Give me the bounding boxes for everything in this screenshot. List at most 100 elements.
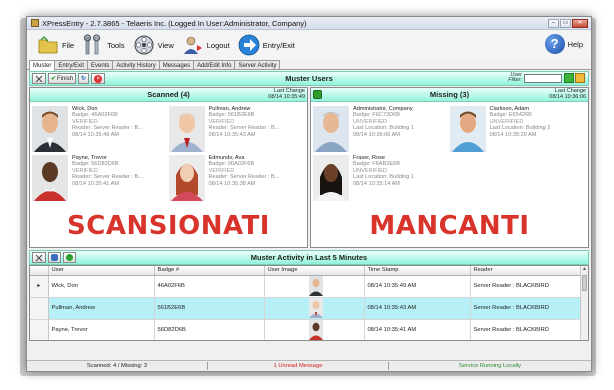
column-header-user-image[interactable]: User Image (264, 266, 365, 276)
help-button[interactable]: ? Help (544, 34, 583, 54)
cell-user: Wick, Don (48, 275, 155, 298)
user-photo (32, 106, 68, 152)
arrow-circle-icon (238, 34, 260, 56)
person-info: Payne, Trevor Badge: 56D82D6B VERIFIED R… (72, 155, 143, 187)
scanned-header: Scanned (4) Last Change 08/14 10:35:49 (30, 88, 307, 102)
film-reel-icon (133, 34, 155, 56)
status-counts: Scanned: 4 / Missing: 3 (86, 363, 148, 369)
apply-filter-icon[interactable] (564, 73, 574, 83)
tab-strip: Muster Entry/Exit Events Activity Histor… (27, 60, 591, 71)
person-card[interactable]: Edmunds, Ava Badge: 06A02F6B VERIFIED Re… (168, 155, 306, 201)
file-button[interactable]: File (37, 34, 74, 56)
finish-label: Finish (57, 75, 74, 82)
app-window: XPressEntry - 2.7.3865 - Telaeris Inc. (… (26, 16, 592, 372)
person-info: Wick, Don Badge: 46A02F6B VERIFIED Reade… (72, 106, 143, 138)
finish-button[interactable]: ✔ Finish (48, 73, 77, 84)
column-header-time-stamp[interactable]: Time Stamp (364, 266, 471, 276)
scanned-cards: Wick, Don Badge: 46A02F6B VERIFIED Reade… (30, 102, 307, 201)
logout-button[interactable]: Logout (182, 34, 230, 56)
cell-user-image (264, 297, 365, 320)
folder-icon (37, 34, 59, 56)
user-photo (32, 155, 68, 201)
activity-refresh-button[interactable] (63, 252, 76, 263)
person-card[interactable]: Administrator, Company Badge: F6C72D6B U… (313, 106, 450, 152)
clear-filter-icon[interactable] (575, 73, 585, 83)
settings-button[interactable] (32, 73, 46, 84)
app-icon (31, 19, 39, 27)
tab-muster[interactable]: Muster (29, 60, 56, 71)
view-button[interactable]: View (133, 34, 174, 56)
minimize-button[interactable]: – (548, 18, 559, 28)
user-icon (51, 254, 58, 261)
row-selector (30, 319, 49, 340)
table-row[interactable]: ▸ Wick, Don 46A02F6B 08/14 10:35:49 AM S… (30, 275, 588, 298)
tab-messages[interactable]: Messages (158, 60, 195, 69)
missing-last-change: Last Change 08/14 10:36:06 (549, 88, 586, 100)
user-photo (313, 155, 349, 201)
scroll-thumb[interactable] (582, 275, 587, 291)
tab-events[interactable]: Events (87, 60, 114, 69)
cell-time-stamp: 08/14 10:35:41 AM (364, 319, 471, 340)
status-service: Service Running Locally (458, 363, 522, 369)
user-filter-input[interactable] (524, 73, 562, 83)
muster-activity-title: Muster Activity in Last 5 Minutes (250, 253, 368, 262)
cell-user-image (264, 319, 365, 340)
entry-exit-button[interactable]: Entry/Exit (238, 34, 295, 56)
scroll-up-icon[interactable]: ▲ (581, 266, 588, 274)
maximize-button[interactable]: ▭ (560, 18, 571, 28)
user-photo (313, 106, 349, 152)
activity-scrollbar[interactable]: ▲ (580, 266, 588, 340)
tab-server-activity[interactable]: Server Activity (234, 60, 281, 69)
current-row-indicator: ▸ (30, 275, 49, 298)
person-card[interactable]: Pullman, Andrew Badge: 561B2E6B VERIFIED… (168, 106, 306, 152)
user-thumbnail (308, 276, 323, 296)
cell-badge: 46A02F6B (154, 275, 265, 298)
muster-activity-bar: Muster Activity in Last 5 Minutes (29, 250, 589, 265)
user-filter: User Filter: (508, 72, 585, 83)
missing-cards: Administrator, Company Badge: F6C72D6B U… (311, 102, 588, 201)
column-header-user[interactable]: User (48, 266, 155, 276)
person-card[interactable]: Fraser, Rose Badge: F6AB2E6B UNVERIFIED … (313, 155, 450, 201)
refresh-button[interactable]: ↻ (78, 73, 90, 84)
tab-add-edit-info[interactable]: Add/Edit Info (193, 60, 236, 69)
person-card[interactable]: Payne, Trevor Badge: 56D82D6B VERIFIED R… (32, 155, 169, 201)
table-row[interactable]: Pullman, Andrew 561B2E6B 08/14 10:35:43 … (30, 297, 588, 320)
tools-button[interactable]: Tools (82, 34, 125, 56)
missing-title: Missing (3) (429, 90, 470, 99)
tools-icon (35, 75, 43, 82)
person-info: Administrator, Company Badge: F6C72D6B U… (353, 106, 414, 138)
table-row[interactable]: Payne, Trevor 56D82D6B 08/14 10:35:41 AM… (30, 319, 588, 340)
view-label: View (157, 40, 174, 50)
column-header-badge[interactable]: Badge # (154, 266, 265, 276)
status-unread-messages[interactable]: 1 Unread Message (208, 363, 388, 369)
person-card[interactable]: Clarkson, Adam Badge: E65426B UNVERIFIED… (449, 106, 587, 152)
title-bar: XPressEntry - 2.7.3865 - Telaeris Inc. (… (27, 17, 591, 30)
cell-reader: Server Reader : BLACKBIRD (470, 297, 588, 320)
activity-table: User Badge # User Image Time Stamp Reade… (30, 266, 588, 340)
activity-tools-button[interactable] (32, 252, 46, 263)
cancel-icon: × (94, 74, 103, 83)
missing-panel: Missing (3) Last Change 08/14 10:36:06 A… (310, 87, 589, 248)
user-thumbnail (308, 320, 323, 340)
cancel-button[interactable]: × (91, 73, 106, 84)
person-card[interactable]: Wick, Don Badge: 46A02F6B VERIFIED Reade… (32, 106, 169, 152)
tab-activity-history[interactable]: Activity History (112, 60, 160, 69)
cell-time-stamp: 08/14 10:35:49 AM (364, 275, 471, 298)
cell-time-stamp: 08/14 10:35:43 AM (364, 297, 471, 320)
entry-exit-label: Entry/Exit (262, 40, 295, 50)
close-button[interactable]: ✕ (572, 18, 588, 28)
scanned-last-change: Last Change 08/14 10:35:49 (268, 88, 305, 100)
activity-user-button[interactable] (48, 252, 61, 263)
column-header-reader[interactable]: Reader (470, 266, 588, 276)
table-header-row: User Badge # User Image Time Stamp Reade… (30, 266, 588, 276)
wrench-icon (82, 34, 104, 56)
muster-users-bar: ✔ Finish ↻ × Muster Users User Filter: (29, 71, 589, 86)
user-photo (449, 106, 486, 152)
tab-entry-exit[interactable]: Entry/Exit (54, 60, 89, 69)
row-selector (30, 297, 49, 320)
refresh-icon: ↻ (81, 76, 87, 82)
check-icon: ✔ (51, 76, 57, 82)
logout-label: Logout (206, 40, 230, 50)
person-info: Edmunds, Ava Badge: 06A02F6B VERIFIED Re… (208, 155, 280, 187)
help-label: Help (567, 39, 583, 49)
